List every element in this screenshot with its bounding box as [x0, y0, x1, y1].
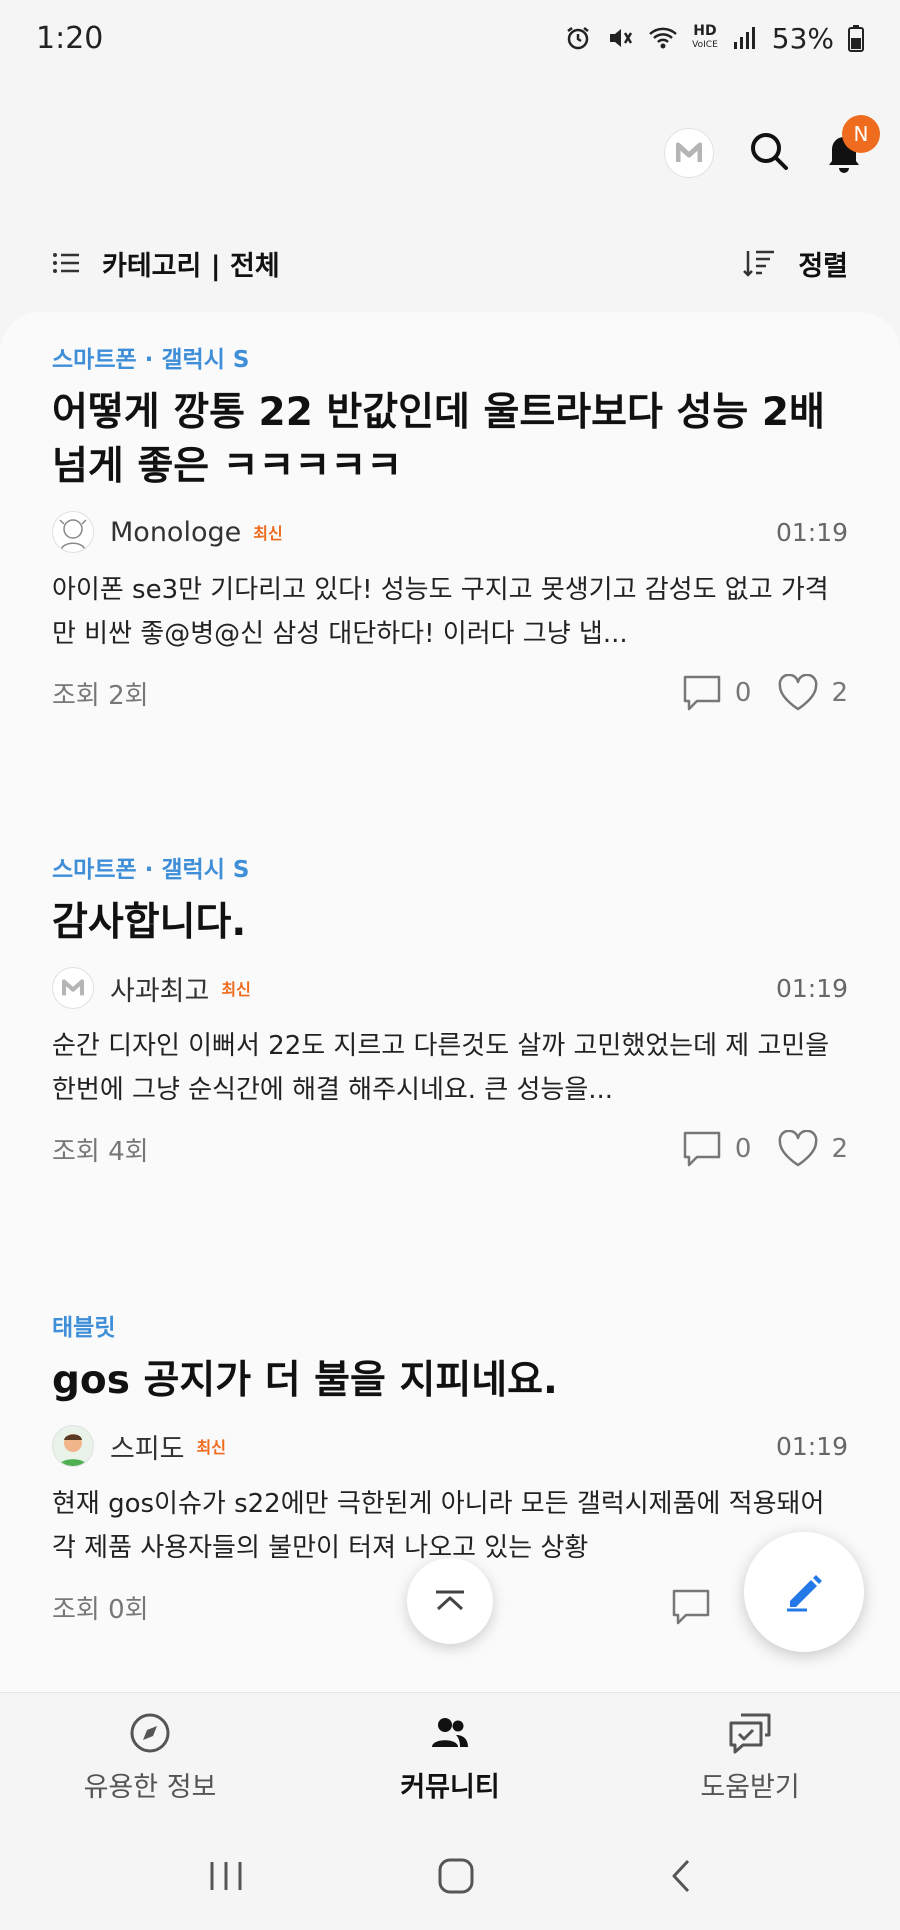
- post-author: 사과최고: [110, 975, 210, 1007]
- post-excerpt: 순간 디자인 이뻐서 22도 지르고 다른것도 살까 고민했었는데 제 고민을 …: [52, 1031, 830, 1105]
- people-icon: [432, 1718, 468, 1747]
- list-icon: [53, 253, 79, 273]
- system-navigation-bar: [0, 1822, 900, 1930]
- post-time: 01:19: [775, 973, 848, 1003]
- notification-badge: N: [842, 115, 880, 153]
- post-author: Monologe: [110, 516, 242, 548]
- tab-useful-info[interactable]: 유용한 정보: [0, 1693, 300, 1822]
- post-stats: [670, 1588, 738, 1626]
- post-excerpt: 아이폰 se3만 기다리고 있다! 성능도 구지고 못생기고 감성도 없고 가격…: [52, 575, 829, 649]
- post-title: 감사합니다.: [52, 900, 247, 945]
- view-count: 조회 4회: [52, 1136, 149, 1167]
- post-time: 01:19: [775, 517, 848, 547]
- category-label: 카테고리 | 전체: [102, 250, 280, 282]
- sketch-avatar-icon: [59, 519, 87, 551]
- post-footer: 조회 2회 0 2: [52, 674, 848, 712]
- tab-label: 유용한 정보: [83, 1772, 217, 1803]
- voice-label: VoICE: [692, 40, 718, 50]
- battery-percent: 53%: [771, 21, 834, 55]
- tab-label: 도움받기: [700, 1772, 800, 1803]
- sort-label: 정렬: [798, 250, 848, 282]
- post-author: 스피도: [110, 1433, 185, 1465]
- home-icon[interactable]: [437, 1857, 475, 1895]
- notifications-button[interactable]: N: [824, 115, 880, 177]
- view-count: 조회 0회: [52, 1594, 149, 1625]
- chat-bubbles-icon: [729, 1713, 771, 1754]
- write-post-button[interactable]: [744, 1532, 864, 1652]
- status-bar: 1:20 HD VoICE 53%: [0, 0, 900, 76]
- recent-apps-icon[interactable]: [206, 1859, 246, 1893]
- status-icons: HD VoICE 53%: [564, 22, 864, 55]
- header-actions: N: [664, 115, 880, 178]
- comment-count: 0: [734, 678, 752, 708]
- status-time: 1:20: [36, 20, 104, 56]
- post-stats: 0 2: [681, 674, 848, 712]
- comment-icon: [683, 675, 721, 711]
- comment-icon: [672, 1589, 710, 1625]
- post-list: 스마트폰 · 갤럭시 S 어떻게 깡통 22 반값인데 울트라보다 성능 2배 …: [0, 312, 900, 1692]
- bottom-navigation: 유용한 정보 커뮤니티 도움받기: [0, 1692, 900, 1822]
- post-title: 어떻게 깡통 22 반값인데 울트라보다 성능 2배 넘게 좋은 ㅋㅋㅋㅋㅋ: [52, 390, 825, 489]
- post-title: gos 공지가 더 불을 지피네요.: [52, 1358, 558, 1403]
- heart-icon[interactable]: [777, 1130, 819, 1168]
- post-meta: 스피도 최신 01:19: [52, 1424, 848, 1468]
- wifi-icon: [649, 27, 678, 49]
- pen-icon: [787, 1575, 822, 1612]
- hd-label: HD: [693, 23, 717, 39]
- alarm-icon: [567, 27, 589, 50]
- post-time: 01:19: [775, 1431, 848, 1461]
- post-category: 태블릿: [52, 1315, 116, 1341]
- author-avatar: [52, 511, 94, 553]
- new-badge: 최신: [221, 980, 251, 999]
- profile-avatar-button[interactable]: [664, 128, 714, 178]
- post-stats: 0 2: [681, 1130, 848, 1168]
- post-category: 스마트폰 · 갤럭시 S: [52, 347, 250, 373]
- view-count: 조회 2회: [52, 680, 149, 711]
- like-count: 2: [831, 678, 848, 708]
- tab-get-help[interactable]: 도움받기: [600, 1693, 900, 1822]
- tab-label: 커뮤니티: [400, 1772, 500, 1803]
- post-meta: 사과최고 최신 01:19: [52, 966, 848, 1010]
- m-logo-icon: [676, 142, 702, 162]
- post-item[interactable]: 스마트폰 · 갤럭시 S 어떻게 깡통 22 반값인데 울트라보다 성능 2배 …: [52, 340, 848, 712]
- post-item[interactable]: 스마트폰 · 갤럭시 S 감사합니다. 사과최고 최신 01:19 순간 디자인…: [52, 850, 848, 1168]
- post-meta: Monologe 최신 01:19: [52, 510, 848, 554]
- like-count: 2: [831, 1134, 848, 1164]
- heart-icon[interactable]: [777, 674, 819, 712]
- tab-community[interactable]: 커뮤니티: [300, 1693, 600, 1822]
- category-selector[interactable]: 카테고리 | 전체: [52, 244, 280, 283]
- signal-icon: [733, 27, 755, 49]
- post-category: 스마트폰 · 갤럭시 S: [52, 857, 250, 883]
- author-avatar: [52, 1425, 94, 1467]
- search-button[interactable]: [748, 130, 790, 176]
- mute-icon: [610, 29, 633, 47]
- back-icon[interactable]: [666, 1857, 694, 1895]
- search-icon: [751, 133, 788, 170]
- m-logo-icon: [62, 979, 84, 996]
- post-footer: 조회 4회 0 2: [52, 1130, 848, 1168]
- sort-button[interactable]: 정렬: [742, 244, 848, 283]
- scroll-to-top-button[interactable]: [407, 1558, 493, 1644]
- compass-icon: [130, 1713, 170, 1753]
- hd-voice-indicator: HD VoICE: [692, 24, 718, 52]
- battery-icon: [848, 25, 864, 52]
- sort-icon: [743, 250, 775, 277]
- new-badge: 최신: [253, 524, 283, 543]
- chevron-up-icon: [436, 1590, 464, 1611]
- new-badge: 최신: [196, 1438, 226, 1457]
- category-bar: 카테고리 | 전체 정렬: [52, 238, 848, 288]
- author-avatar: [52, 967, 94, 1009]
- man-avatar-icon: [59, 1434, 87, 1466]
- post-excerpt: 현재 gos이슈가 s22에만 극한된게 아니라 모든 갤럭시제품에 적용돼어 …: [52, 1489, 825, 1563]
- comment-icon: [683, 1131, 721, 1167]
- comment-count: 0: [734, 1134, 752, 1164]
